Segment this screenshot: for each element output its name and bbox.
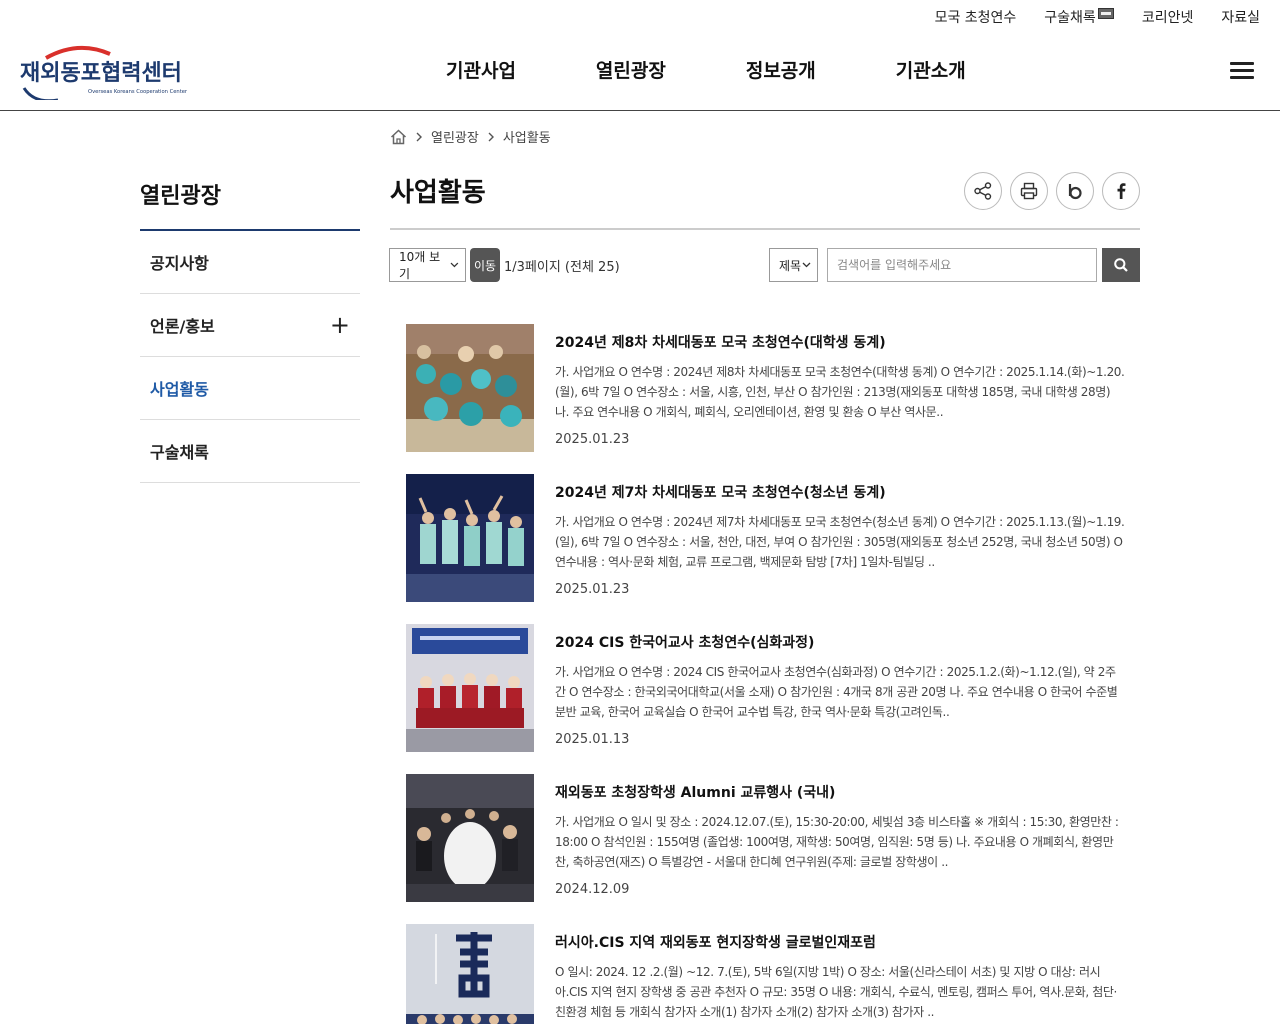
plus-icon[interactable]: + (330, 311, 350, 339)
post-list: 2024년 제8차 차세대동포 모국 초청연수(대학생 동계) 가. 사업개요 … (406, 324, 1136, 1024)
utility-link-homeland-training[interactable]: 모국 초청연수 (935, 7, 1017, 27)
chevron-right-icon (488, 132, 494, 141)
local-nav: 공지사항 언론/홍보 + 사업활동 구술채록 (140, 229, 360, 483)
post-summary: O 일시: 2024. 12 .2.(월) ~12. 7.(토), 5박 6일(… (555, 965, 1117, 1019)
post-thumbnail[interactable] (406, 924, 534, 1024)
post-thumbnail[interactable] (406, 624, 534, 752)
page-info: 1/3페이지 (전체 25) (504, 259, 620, 275)
post-summary: 가. 사업개요 O 일시 및 장소 : 2024.12.07.(토), 15:3… (555, 815, 1119, 869)
print-button[interactable] (1010, 172, 1048, 210)
title-divider (390, 228, 1140, 230)
share-icon (974, 182, 992, 200)
list-item: 2024년 제7차 차세대동포 모국 초청연수(청소년 동계) 가. 사업개요 … (406, 474, 1136, 624)
utility-link-label: 구술채록 (1044, 10, 1096, 26)
lnb-item-press[interactable]: 언론/홍보 + (140, 294, 360, 357)
lnb-title: 열린광장 (140, 184, 221, 209)
search-input[interactable] (827, 248, 1097, 282)
chevron-down-icon (450, 262, 459, 268)
page-size-select[interactable]: 10개 보기 (389, 248, 466, 282)
utility-link-koreannet[interactable]: 코리안넷 (1142, 7, 1194, 27)
page-size-value: 10개 보기 (399, 250, 441, 281)
blog-icon (1068, 184, 1082, 200)
post-title[interactable]: 2024 CIS 한국어교사 초청연수(심화과정) (555, 632, 814, 652)
share-button[interactable] (964, 172, 1002, 210)
chevron-down-icon (802, 262, 811, 268)
post-date: 2025.01.23 (555, 432, 630, 447)
external-badge-icon (1097, 7, 1114, 19)
lnb-item-label: 구술채록 (150, 443, 209, 462)
post-date: 2025.01.13 (555, 732, 630, 747)
post-thumbnail[interactable] (406, 324, 534, 452)
search-field-select[interactable]: 제목 (769, 248, 818, 282)
list-item: 2024 CIS 한국어교사 초청연수(심화과정) 가. 사업개요 O 연수명 … (406, 624, 1136, 774)
lnb-item-oral-history[interactable]: 구술채록 (140, 420, 360, 483)
post-date: 2024.12.09 (555, 882, 630, 897)
list-item: 재외동포 초청장학생 Alumni 교류행사 (국내) 가. 사업개요 O 일시… (406, 774, 1136, 924)
utility-link-archive[interactable]: 자료실 (1221, 7, 1260, 27)
lnb-item-label: 언론/홍보 (150, 317, 215, 336)
chevron-right-icon (416, 132, 422, 141)
post-date: 2025.01.23 (555, 582, 630, 597)
list-item: 2024년 제8차 차세대동포 모국 초청연수(대학생 동계) 가. 사업개요 … (406, 324, 1136, 474)
gnb-item-about[interactable]: 기관소개 (896, 56, 966, 83)
utility-link-label: 코리안넷 (1141, 10, 1194, 26)
facebook-icon (1117, 183, 1126, 199)
post-thumbnail[interactable] (406, 774, 534, 902)
go-button[interactable]: 이동 (470, 248, 500, 282)
site-logo[interactable]: 재외동포협력센터 Overseas Koreans Cooperation Ce… (18, 42, 198, 100)
home-icon[interactable] (390, 128, 407, 145)
search-icon (1114, 258, 1128, 272)
page-title: 사업활동 (390, 178, 486, 208)
global-nav: 기관사업 열린광장 정보공개 기관소개 (446, 56, 966, 83)
site-header: 재외동포협력센터 Overseas Koreans Cooperation Ce… (0, 34, 1280, 111)
blog-share-button[interactable] (1056, 172, 1094, 210)
utility-link-oral-history[interactable]: 구술채록 (1044, 7, 1114, 27)
gnb-item-open-square[interactable]: 열린광장 (596, 56, 666, 83)
share-tools (964, 172, 1140, 210)
list-item: 러시아.CIS 지역 재외동포 현지장학생 글로벌인재포럼 O 일시: 2024… (406, 924, 1136, 1024)
post-summary: 가. 사업개요 O 연수명 : 2024년 제8차 차세대동포 모국 초청연수(… (555, 365, 1125, 419)
lnb-item-notice[interactable]: 공지사항 (140, 231, 360, 294)
utility-link-label: 모국 초청연수 (934, 10, 1017, 26)
utility-link-label: 자료실 (1221, 10, 1260, 26)
breadcrumb: 열린광장 사업활동 (390, 127, 551, 146)
facebook-share-button[interactable] (1102, 172, 1140, 210)
post-summary: 가. 사업개요 O 연수명 : 2024년 제7차 차세대동포 모국 초청연수(… (555, 515, 1125, 569)
gnb-item-agency-business[interactable]: 기관사업 (446, 56, 516, 83)
lnb-item-activities[interactable]: 사업활동 (140, 357, 360, 420)
lnb-item-label: 공지사항 (150, 254, 209, 273)
post-title[interactable]: 2024년 제8차 차세대동포 모국 초청연수(대학생 동계) (555, 332, 886, 352)
logo-english-text: Overseas Koreans Cooperation Center (88, 89, 188, 95)
search-field-value: 제목 (779, 258, 802, 273)
post-thumbnail[interactable] (406, 474, 534, 602)
post-title[interactable]: 2024년 제7차 차세대동포 모국 초청연수(청소년 동계) (555, 482, 886, 502)
utility-bar: 모국 초청연수 구술채록 코리안넷 자료실 (935, 0, 1260, 34)
logo-korean-text: 재외동포협력센터 (20, 61, 182, 86)
lnb-item-label: 사업활동 (150, 380, 209, 399)
post-summary: 가. 사업개요 O 연수명 : 2024 CIS 한국어교사 초청연수(심화과정… (555, 665, 1118, 719)
post-title[interactable]: 재외동포 초청장학생 Alumni 교류행사 (국내) (555, 782, 835, 802)
breadcrumb-open-square[interactable]: 열린광장 (431, 127, 479, 146)
print-icon (1020, 182, 1038, 200)
gnb-item-info-disclosure[interactable]: 정보공개 (746, 56, 816, 83)
breadcrumb-current[interactable]: 사업활동 (503, 127, 551, 146)
post-title[interactable]: 러시아.CIS 지역 재외동포 현지장학생 글로벌인재포럼 (555, 932, 876, 952)
menu-icon[interactable] (1230, 62, 1254, 80)
search-button[interactable] (1102, 248, 1140, 282)
